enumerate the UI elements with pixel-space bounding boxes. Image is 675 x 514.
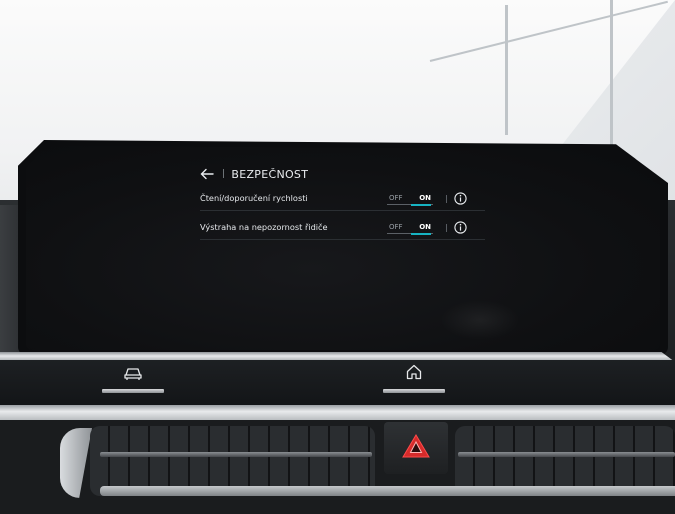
vent-slat (100, 452, 372, 457)
toggle-off-label: OFF (389, 194, 403, 202)
car-button[interactable] (102, 363, 164, 393)
button-chrome-bar (383, 389, 445, 393)
info-icon[interactable] (454, 220, 467, 234)
row-separator: | (445, 193, 448, 203)
button-chrome-bar (102, 389, 164, 393)
home-button[interactable] (383, 363, 445, 393)
setting-label: Výstraha na nepozornost řidiče (200, 222, 328, 232)
home-icon (405, 363, 423, 385)
dashboard-trim (0, 405, 675, 421)
speed-reading-toggle[interactable]: OFF ON (387, 191, 433, 206)
setting-row-speed-reading[interactable]: Čtení/doporučení rychlosti OFF ON | (200, 186, 485, 211)
driver-attention-toggle[interactable]: OFF ON (387, 220, 433, 235)
car-icon (123, 365, 143, 385)
info-icon[interactable] (454, 191, 467, 205)
lower-chrome-trim (100, 486, 675, 496)
setting-label: Čtení/doporučení rychlosti (200, 193, 308, 203)
safety-settings-panel: | BEZPEČNOST Čtení/doporučení rychlosti … (200, 162, 485, 247)
window-mullion (505, 5, 508, 135)
vent-slat (458, 452, 675, 457)
window-mullion (610, 0, 613, 150)
toggle-active-indicator (411, 203, 431, 206)
toggle-off-label: OFF (389, 223, 403, 231)
toggle-on-label: ON (419, 223, 431, 231)
header-separator: | (222, 169, 226, 179)
display-reflection (440, 300, 520, 340)
toggle-on-label: ON (419, 194, 431, 202)
hazard-button[interactable] (384, 422, 448, 474)
panel-header: | BEZPEČNOST (200, 164, 308, 184)
setting-row-driver-attention[interactable]: Výstraha na nepozornost řidiče OFF ON | (200, 215, 485, 240)
toggle-active-indicator (411, 232, 431, 235)
back-arrow-icon[interactable] (200, 168, 214, 180)
hazard-warning-icon (401, 433, 431, 463)
row-separator: | (445, 222, 448, 232)
page-title: BEZPEČNOST (231, 167, 309, 181)
